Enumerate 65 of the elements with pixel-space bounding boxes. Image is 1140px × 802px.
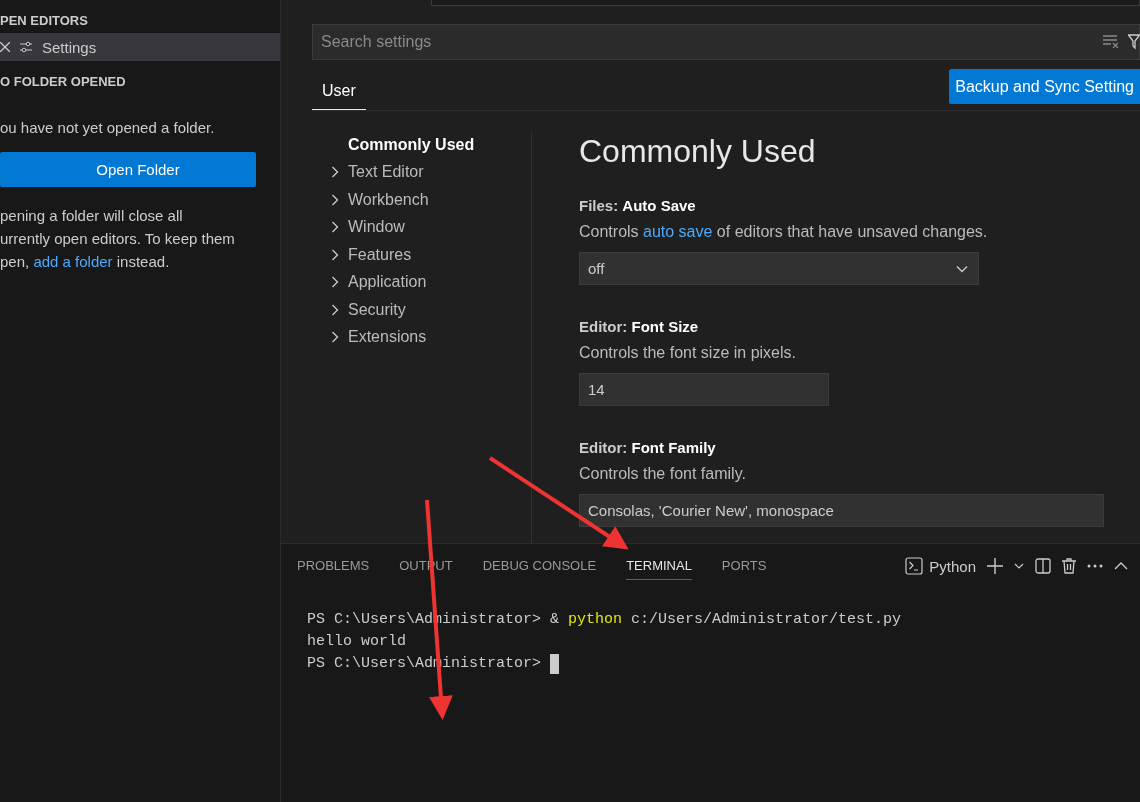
terminal-selector[interactable]: Python (905, 557, 976, 575)
setting-title: Files: Auto Save (579, 197, 697, 214)
setting-title: Editor: Font Size (579, 318, 700, 335)
tree-item[interactable]: Window (331, 213, 531, 241)
tree-item[interactable]: Workbench (331, 186, 531, 214)
settings-tab[interactable]: User (312, 82, 366, 110)
panel-tab[interactable]: DEBUG CONSOLE (482, 552, 597, 580)
open-folder-button[interactable]: Open Folder (0, 152, 256, 187)
tree-item[interactable]: Commonly Used (331, 131, 531, 159)
chevron-icon (331, 276, 339, 289)
plus-icon[interactable] (987, 558, 1003, 574)
close-icon[interactable] (0, 42, 10, 52)
chevron-up-icon[interactable] (1114, 562, 1128, 570)
terminal-text: hello world (307, 632, 407, 652)
chevron-icon (331, 221, 339, 234)
terminal-text: python (568, 610, 623, 630)
clear-filter-icon[interactable] (1102, 34, 1120, 48)
chevron-icon (331, 166, 339, 179)
panel-tab[interactable]: PROBLEMS (297, 552, 370, 580)
search-field[interactable]: Search settings (312, 24, 1140, 60)
chevron-icon (331, 331, 339, 344)
sliders-icon (19, 40, 33, 54)
hint-text: pening a folder will close all urrently open editors. To keep them pen, add a folder instead. (0, 206, 236, 272)
text-field[interactable]: Consolas, 'Courier New', monospace (579, 494, 1104, 527)
open-editor-item[interactable]: Settings (0, 33, 280, 61)
filter-icon[interactable] (1128, 34, 1140, 50)
editor-label: Settings (42, 38, 97, 56)
tree-item[interactable]: Extensions (331, 323, 531, 351)
tree-label: Commonly Used (348, 135, 475, 154)
tree-label: Security (348, 300, 406, 319)
chevron-icon[interactable] (1014, 563, 1024, 569)
section-header[interactable]: PEN EDITORS (0, 0, 280, 33)
tree-item[interactable]: Features (331, 241, 531, 269)
trash-icon[interactable] (1062, 558, 1076, 574)
chevron-icon (956, 264, 968, 273)
tree-label: Workbench (348, 190, 429, 209)
split-icon[interactable] (1035, 558, 1051, 574)
number-field[interactable]: 14 (579, 373, 829, 406)
section-header[interactable]: O FOLDER OPENED (0, 61, 280, 94)
tree-item[interactable]: Security (331, 296, 531, 324)
tree-item[interactable]: Application (331, 268, 531, 296)
chevron-icon (331, 193, 339, 206)
terminal-icon (905, 557, 924, 575)
tree-label: Extensions (348, 328, 427, 347)
tree-label: Application (348, 273, 427, 292)
setting-description: Controls auto save of editors that have unsaved changes. (579, 223, 989, 241)
chevron-icon (331, 248, 339, 261)
chevron-icon (331, 303, 339, 316)
add-folder-link[interactable]: add a folder (33, 253, 113, 270)
tree-label: Text Editor (348, 163, 424, 182)
terminal-text: c:/Users/Administrator/test.py (630, 610, 902, 630)
auto-save-link[interactable]: auto save (643, 223, 713, 240)
tree-item[interactable]: Text Editor (331, 158, 531, 186)
tree-label: Window (348, 218, 405, 237)
panel-tab[interactable]: PORTS (721, 552, 767, 580)
panel-tab[interactable]: TERMINAL (626, 552, 692, 580)
setting-description: Controls the font family. (579, 465, 747, 483)
message-text: ou have not yet opened a folder. (0, 119, 216, 136)
sync-button[interactable]: Backup and Sync Setting (949, 69, 1140, 104)
more-icon[interactable] (1087, 564, 1103, 568)
setting-title: Editor: Font Family (579, 439, 717, 456)
dropdown[interactable]: off (579, 252, 979, 285)
section-heading: Commonly Used (579, 133, 817, 170)
setting-description: Controls the font size in pixels. (579, 344, 797, 362)
tree-label: Features (348, 245, 412, 264)
